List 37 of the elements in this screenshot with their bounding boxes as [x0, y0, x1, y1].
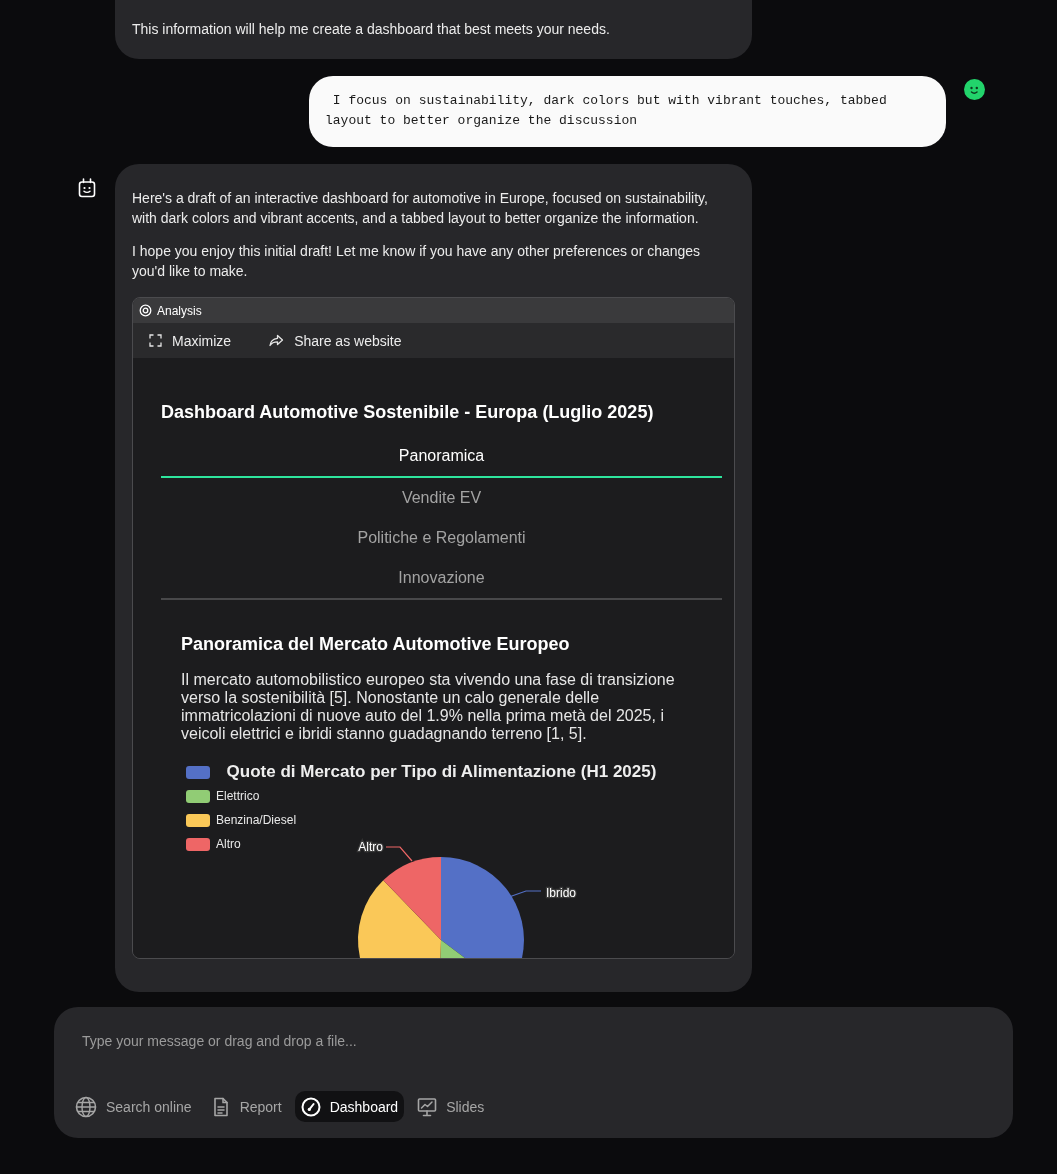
message-text: This information will help me create a dashboard that best meets your needs.	[132, 20, 611, 39]
message-text: I focus on sustainability, dark colors but with vibrant touches, tabbed layout to better organize the discussion	[325, 92, 888, 130]
leader-line	[385, 846, 413, 862]
message-input[interactable]: Type your message or drag and drop a file...	[82, 1031, 982, 1051]
share-button[interactable]: Share as website	[269, 332, 402, 349]
legend-swatch[interactable]	[186, 765, 210, 779]
web-search-button[interactable]: Search online	[69, 1091, 198, 1122]
presentation-board-icon	[417, 1096, 438, 1117]
dashboard-title: Dashboard Automotive Sostenibile - Europa (Luglio 2025)	[161, 401, 655, 423]
slice-label: Altro	[358, 840, 383, 854]
leader-line	[508, 890, 542, 898]
tab[interactable]: Vendite EV	[161, 478, 722, 518]
dashboard-button[interactable]: Dashboard	[294, 1091, 405, 1122]
tab[interactable]: Innovazione	[161, 558, 722, 598]
tab[interactable]: Politiche e Regolamenti	[161, 518, 722, 558]
share-arrow-icon	[269, 334, 285, 347]
legend-swatch[interactable]	[186, 789, 210, 803]
tab[interactable]: Panoramica	[161, 436, 722, 478]
legend-swatch[interactable]	[186, 813, 210, 827]
section-text: Il mercato automobilistico europeo sta vivendo una fase di transizione verso la sostenibilità [5]. Nonostante un calo generale delle immatricolazioni di nuove auto del 1.9% nella prima metà del 2025, i veicoli elettrici e ibridi stanno guadagnando terreno [1, 5].	[181, 671, 676, 743]
gauge-icon	[300, 1096, 321, 1117]
report-button[interactable]: Report	[204, 1091, 288, 1122]
legend-swatch[interactable]	[186, 837, 210, 851]
slice-label: Ibrido	[546, 886, 577, 900]
legend-label[interactable]: Benzina/Diesel	[216, 813, 297, 827]
message-text: Here's a draft of an interactive dashboard for automotive in Europe, focused on sustainability, with dark colors and vibrant accents, and a tabbed layout to better organize the information.	[132, 189, 709, 228]
legend-label[interactable]: Elettrico	[216, 789, 260, 803]
chart-title: Quote di Mercato per Tipo di Alimentazione (H1 2025)	[226, 761, 657, 783]
maximize-button[interactable]: Maximize	[149, 332, 232, 349]
globe-icon	[75, 1095, 97, 1118]
panel-title: Analysis	[157, 303, 202, 318]
ring-icon	[139, 304, 152, 317]
slides-button[interactable]: Slides	[411, 1091, 491, 1122]
legend-label[interactable]: Altro	[216, 837, 241, 851]
section-title: Panoramica del Mercato Automotive Europeo	[181, 633, 571, 655]
maximize-icon	[149, 334, 162, 347]
message-text: I hope you enjoy this initial draft! Let me know if you have any other preferences or changes you'd like to make.	[132, 242, 702, 281]
